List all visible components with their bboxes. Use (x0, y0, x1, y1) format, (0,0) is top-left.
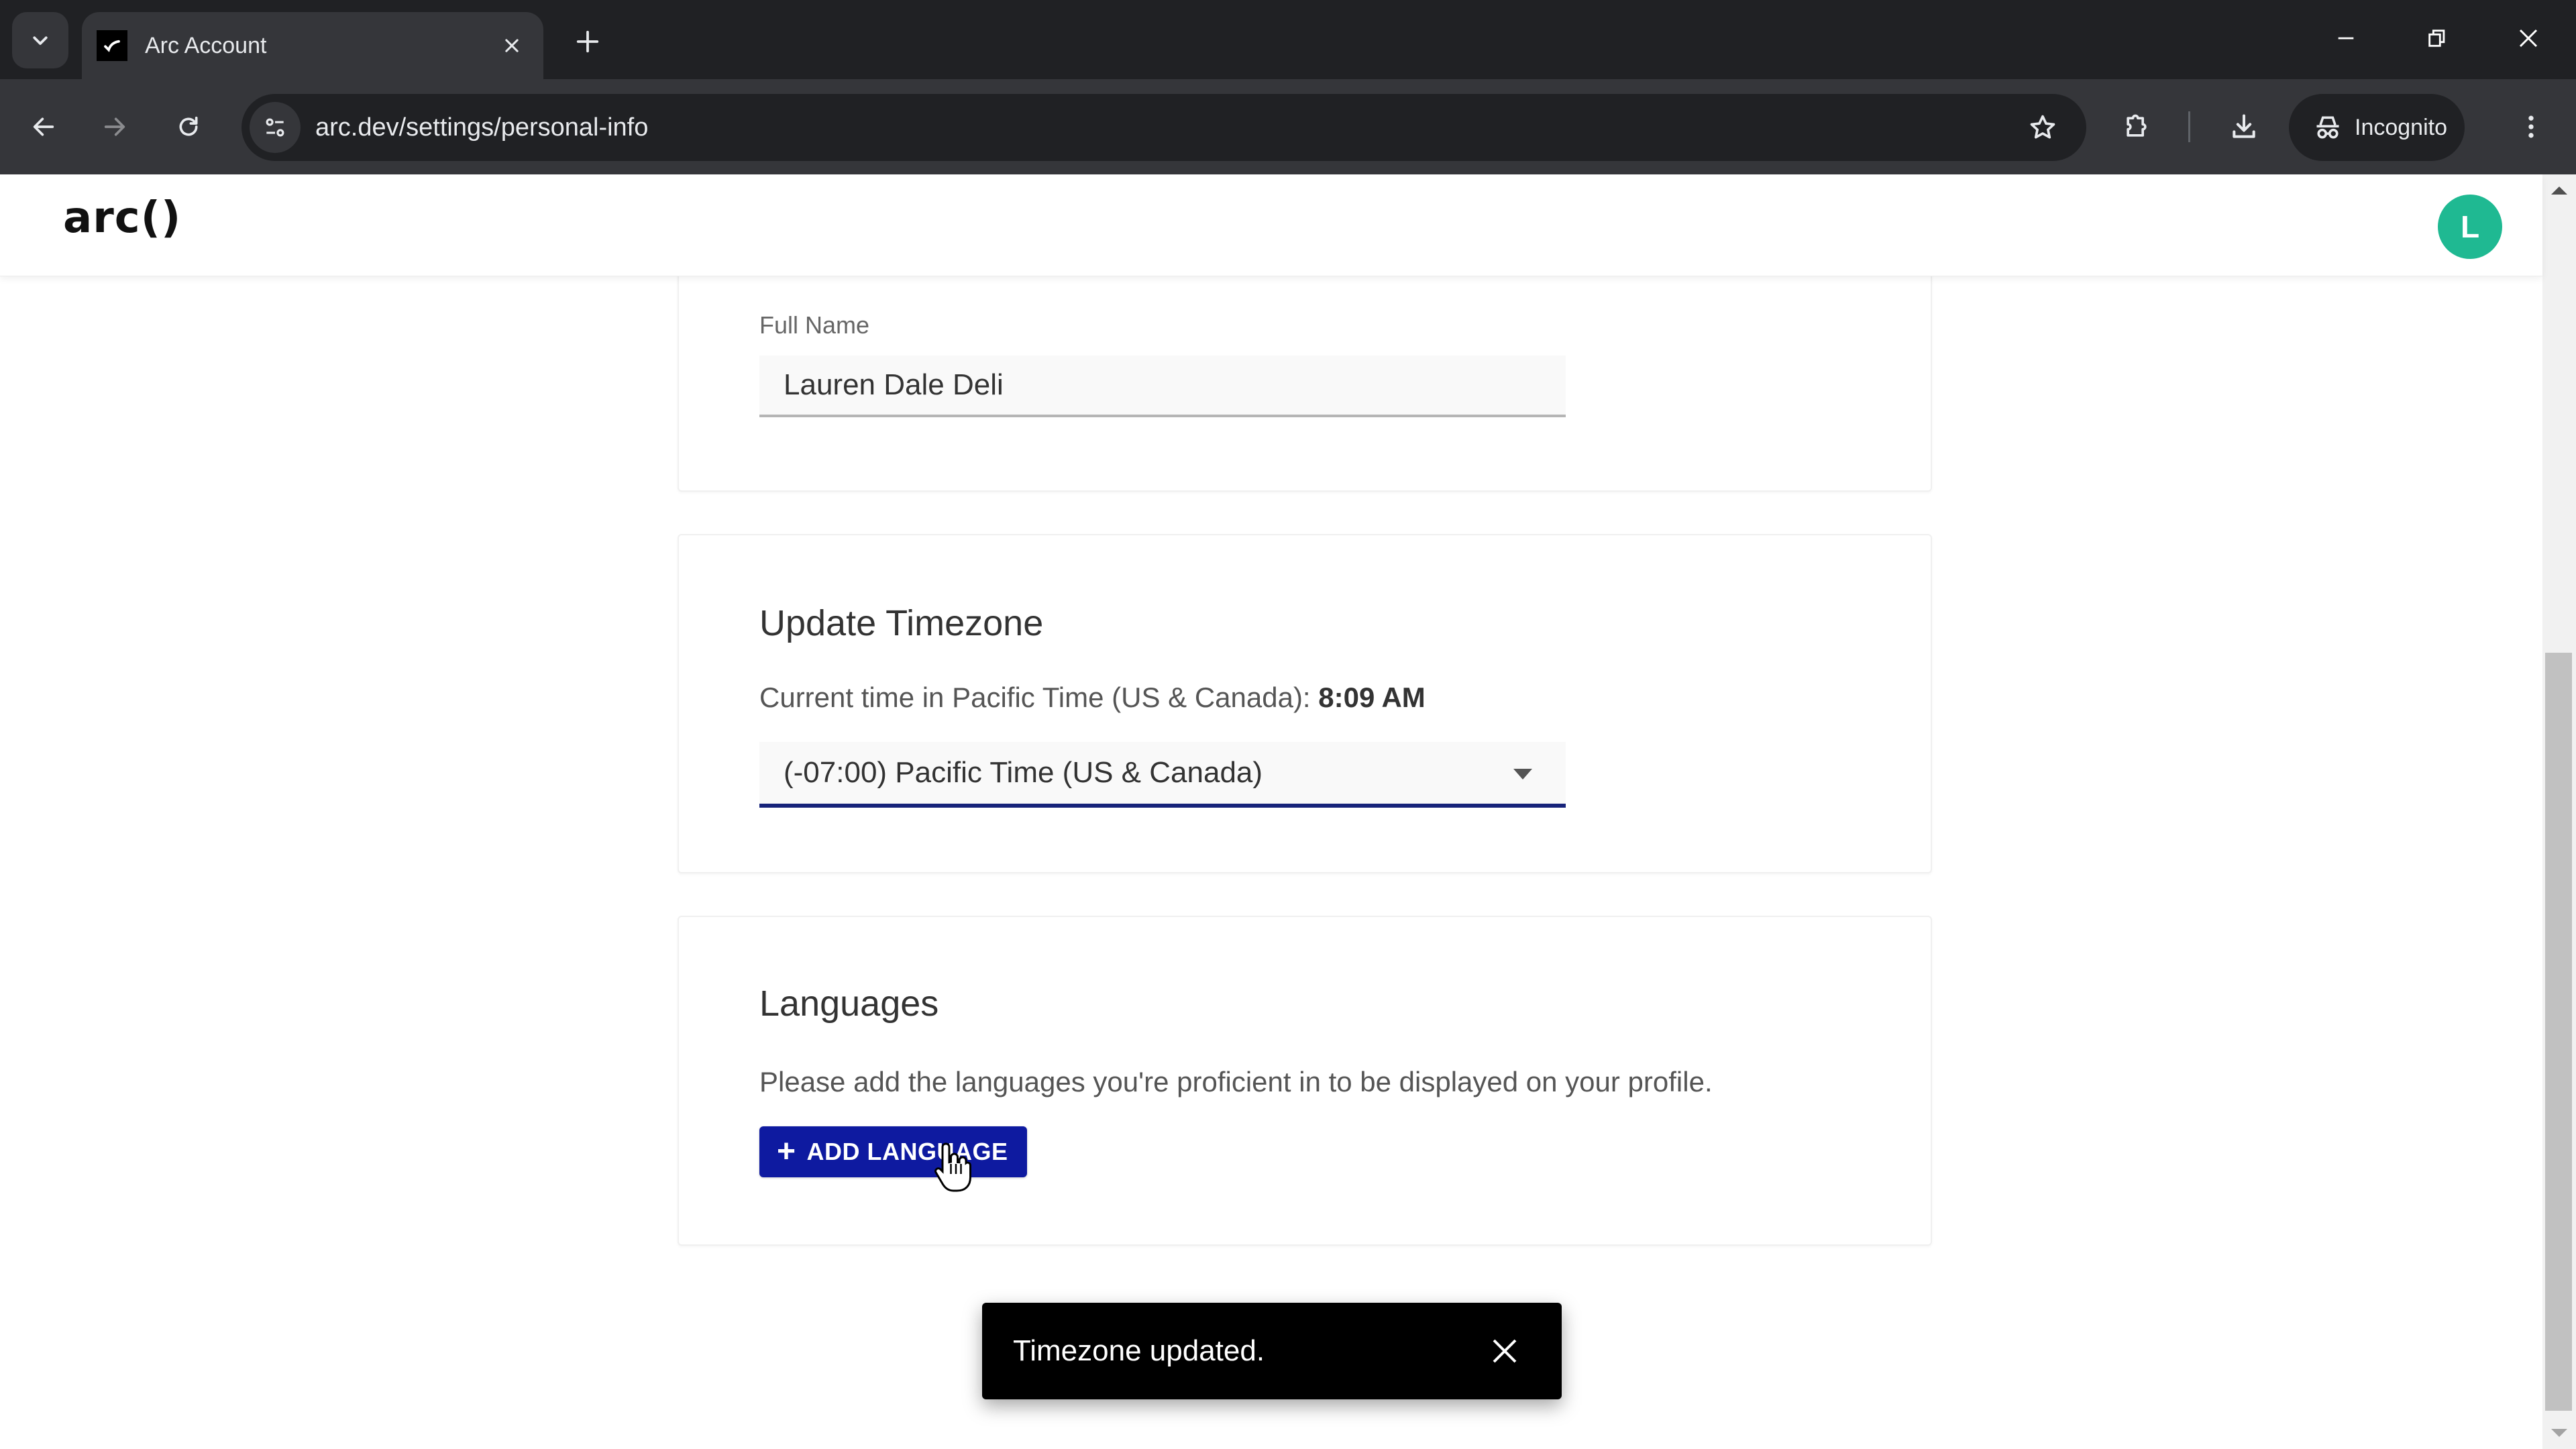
timezone-selected-value: (-07:00) Pacific Time (US & Canada) (784, 756, 1263, 789)
hand-cursor-icon (934, 1142, 971, 1192)
new-tab-button[interactable] (568, 21, 608, 62)
timezone-select[interactable]: (-07:00) Pacific Time (US & Canada) (759, 742, 1566, 808)
full-name-label: Full Name (759, 311, 870, 339)
downloads-button[interactable] (2220, 103, 2267, 150)
browser-toolbar: arc.dev/settings/personal-info Incognito (0, 79, 2576, 174)
tab-title: Arc Account (145, 32, 267, 58)
minimize-button[interactable] (2322, 15, 2369, 62)
scroll-up-arrow-icon[interactable] (2551, 186, 2567, 195)
close-icon (505, 39, 519, 52)
browser-menu-button[interactable] (2508, 103, 2555, 150)
tab-search-button[interactable] (12, 12, 68, 68)
page-viewport: arc() L Update Account Name Full Name La… (0, 174, 2576, 1449)
incognito-indicator[interactable]: Incognito (2289, 94, 2465, 161)
reload-button[interactable] (165, 103, 212, 150)
plus-icon (576, 30, 599, 53)
current-time-value: 8:09 AM (1318, 682, 1426, 713)
timezone-heading: Update Timezone (759, 603, 1044, 643)
toast-close-button[interactable] (1481, 1328, 1528, 1375)
puzzle-icon (2127, 114, 2147, 137)
arc-favicon-icon (97, 30, 127, 61)
star-icon (2030, 115, 2055, 139)
plus-icon: + (777, 1134, 796, 1169)
toast-message: Timezone updated. (1013, 1334, 1265, 1367)
close-icon (2519, 29, 2538, 48)
add-language-label: ADD LANGUAGE (806, 1138, 1008, 1165)
toolbar-divider (2188, 111, 2190, 142)
current-time-text: Current time in Pacific Time (US & Canad… (759, 682, 1426, 714)
forward-button[interactable] (91, 103, 138, 150)
back-button[interactable] (20, 103, 67, 150)
toast-notification: Timezone updated. (982, 1303, 1562, 1399)
full-name-value: Lauren Dale Deli (784, 368, 1004, 401)
incognito-label: Incognito (2355, 114, 2447, 140)
arc-logo[interactable]: arc() (63, 193, 181, 243)
scroll-down-arrow-icon[interactable] (2551, 1429, 2567, 1437)
dropdown-arrow-icon (1513, 769, 1532, 780)
tab-close-button[interactable] (495, 29, 529, 62)
bookmark-button[interactable] (2019, 104, 2066, 151)
scrollbar-thumb[interactable] (2545, 652, 2572, 1411)
site-info-button[interactable] (250, 102, 301, 153)
minimize-icon (2338, 37, 2354, 40)
languages-card: Languages Please add the languages you'r… (678, 916, 1932, 1246)
browser-tab-active[interactable]: Arc Account (82, 12, 543, 79)
tune-icon (266, 118, 284, 137)
url-text[interactable]: arc.dev/settings/personal-info (315, 113, 2019, 142)
arrow-left-icon (33, 117, 54, 136)
browser-tab-strip: Arc Account (0, 0, 2576, 79)
extensions-button[interactable] (2113, 103, 2160, 150)
vertical-scrollbar[interactable] (2542, 174, 2576, 1449)
close-window-button[interactable] (2505, 15, 2552, 62)
languages-heading: Languages (759, 983, 939, 1024)
timezone-card: Update Timezone Current time in Pacific … (678, 534, 1932, 873)
close-icon (1493, 1339, 1517, 1363)
download-icon (2233, 114, 2255, 138)
restore-button[interactable] (2414, 15, 2461, 62)
current-time-prefix: Current time in Pacific Time (US & Canad… (759, 682, 1311, 713)
app-header: arc() L (0, 174, 2542, 276)
add-language-button[interactable]: + ADD LANGUAGE (759, 1126, 1027, 1177)
more-vert-icon (2528, 115, 2534, 138)
incognito-icon (2316, 116, 2339, 139)
full-name-input[interactable]: Lauren Dale Deli (759, 356, 1566, 417)
avatar-initial: L (2460, 209, 2480, 244)
address-bar[interactable]: arc.dev/settings/personal-info (241, 94, 2086, 161)
restore-icon (2428, 30, 2445, 47)
user-avatar[interactable]: L (2438, 195, 2502, 259)
chevron-down-icon (33, 36, 48, 45)
arrow-right-icon (104, 117, 125, 136)
languages-description: Please add the languages you're proficie… (759, 1066, 1713, 1097)
reload-icon (179, 116, 198, 136)
